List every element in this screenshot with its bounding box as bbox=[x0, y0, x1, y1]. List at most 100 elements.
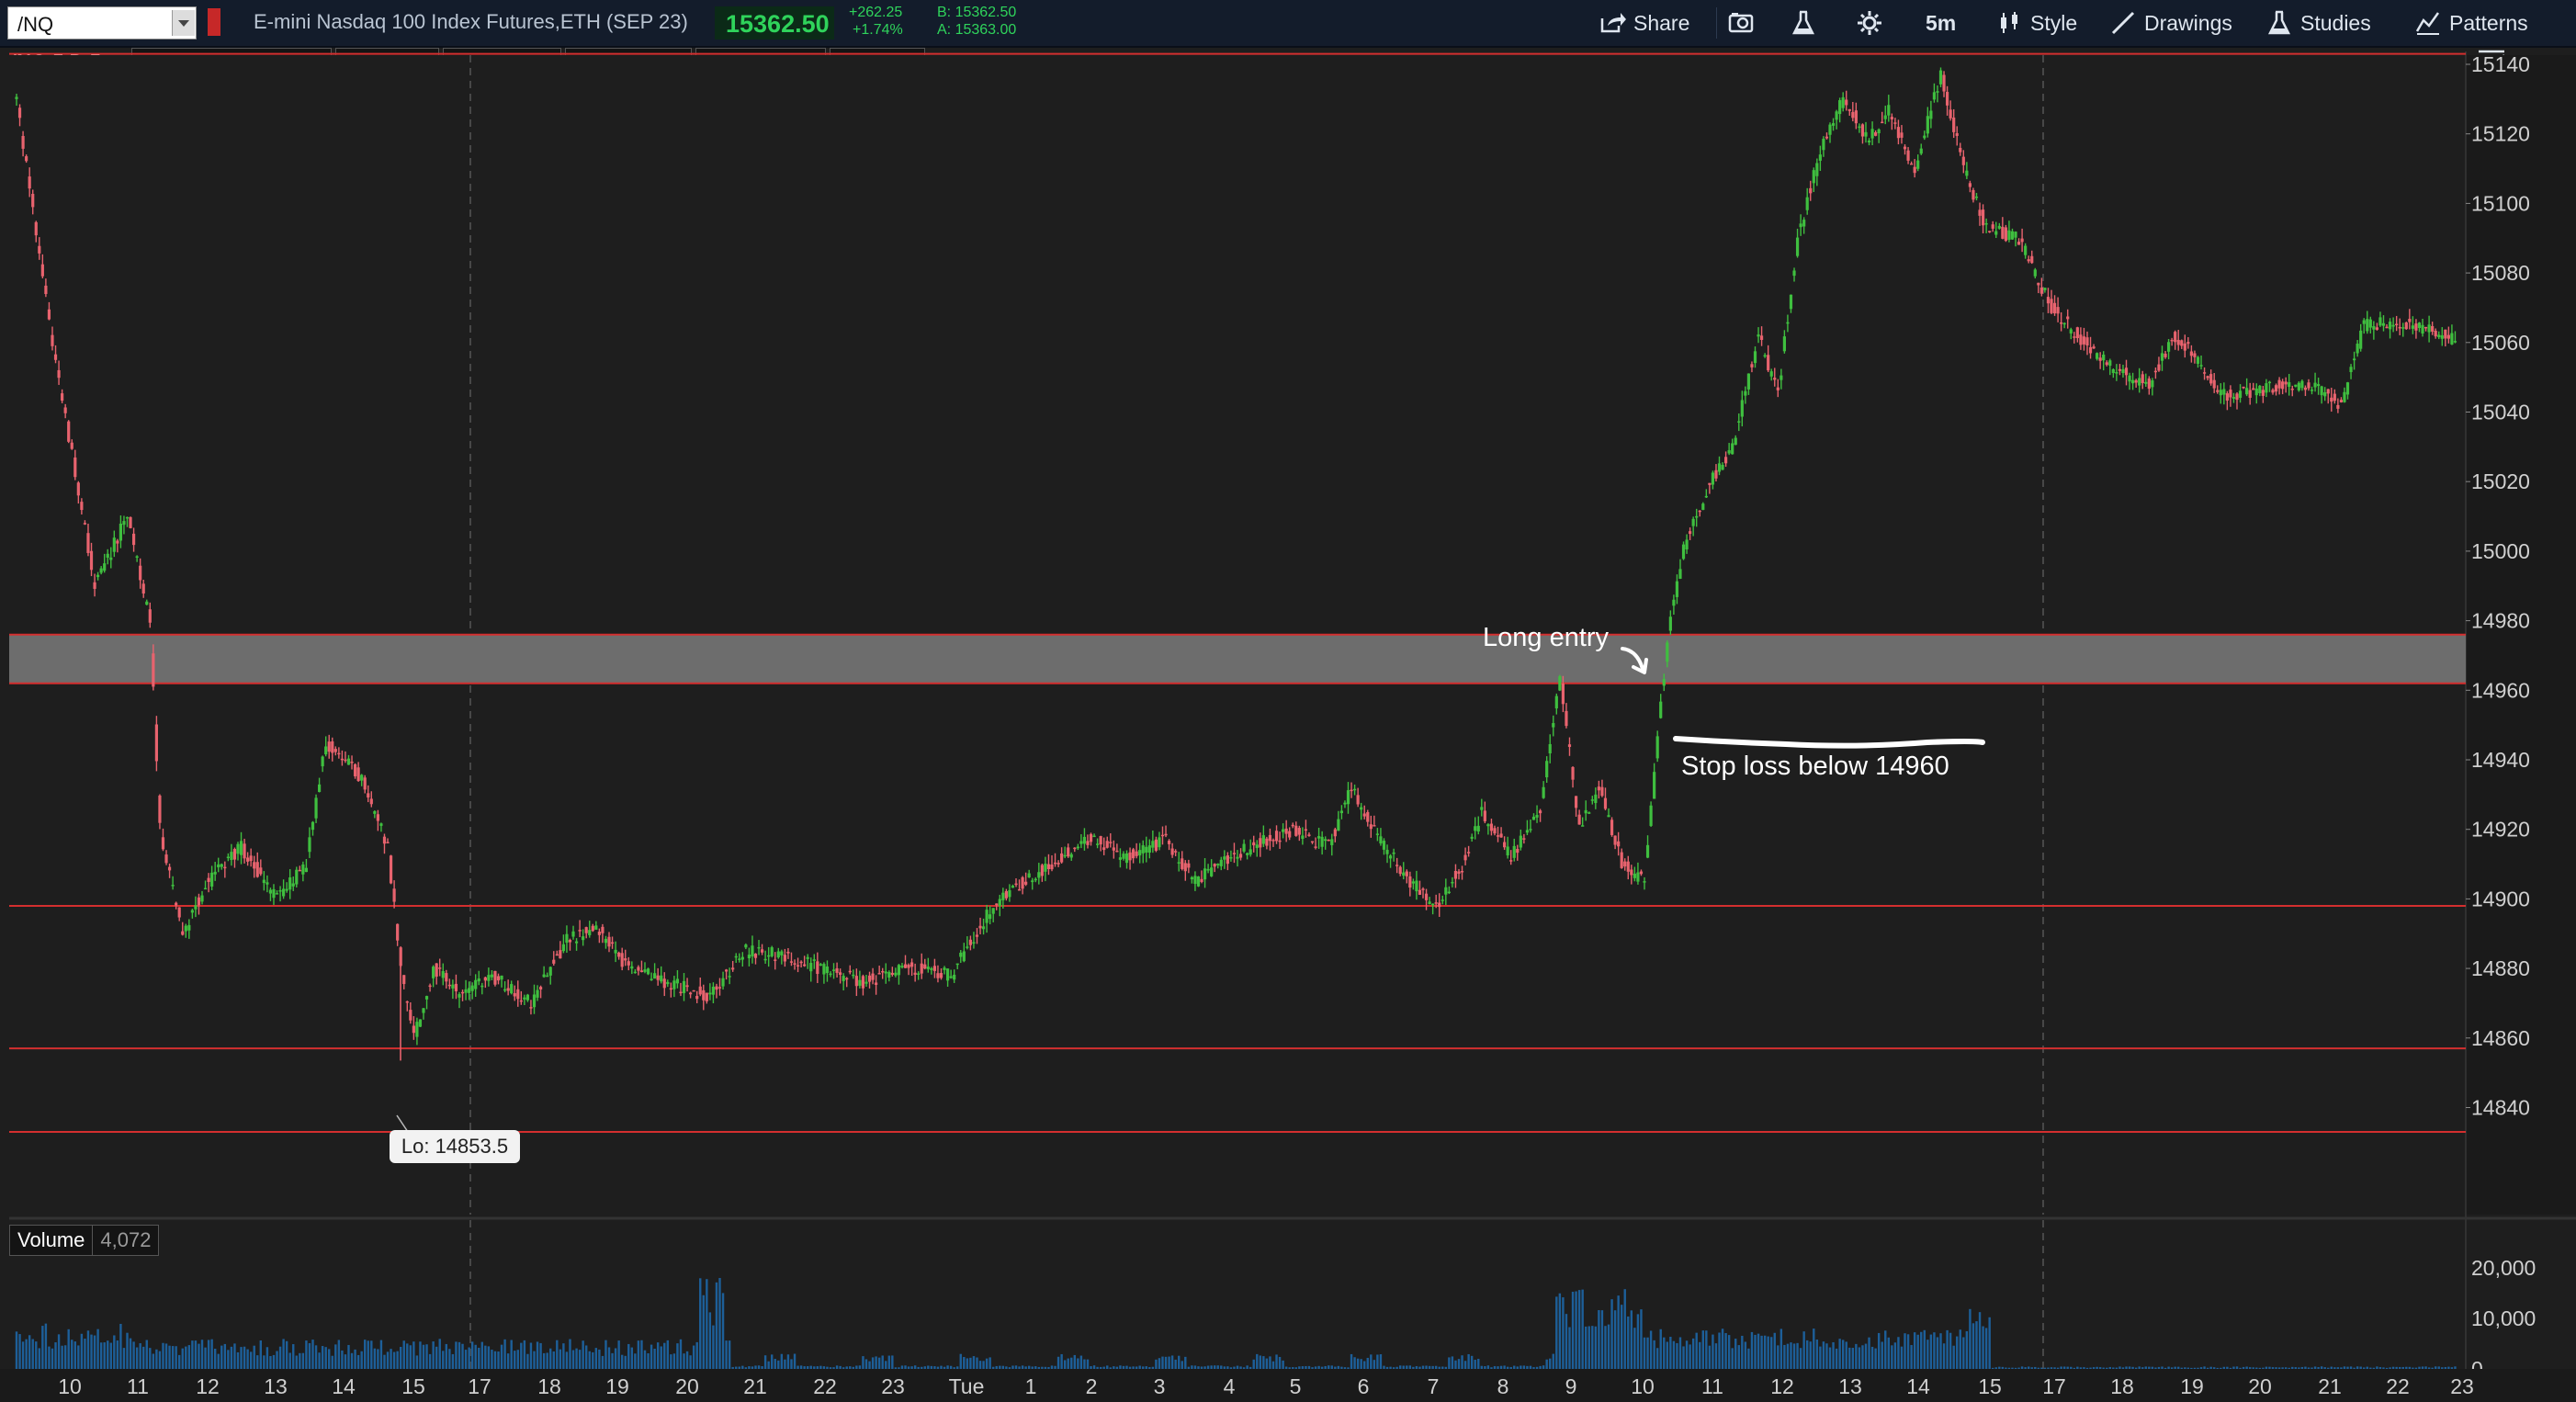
candle-body bbox=[968, 939, 972, 945]
volume-bar bbox=[1174, 1359, 1177, 1369]
volume-bar bbox=[2053, 1367, 2056, 1369]
volume-bar bbox=[1904, 1333, 1906, 1369]
candle-body bbox=[1135, 851, 1138, 856]
volume-bar bbox=[67, 1329, 70, 1369]
candle-body bbox=[845, 978, 849, 980]
candle-body bbox=[776, 951, 780, 958]
volume-bar bbox=[1239, 1366, 1242, 1369]
volume-bar bbox=[1155, 1359, 1158, 1369]
volume-bar bbox=[1024, 1366, 1027, 1369]
candle-body bbox=[966, 946, 969, 948]
candle-body bbox=[1424, 893, 1429, 900]
candle-body bbox=[1685, 539, 1689, 549]
volume-bar bbox=[1613, 1310, 1617, 1369]
volume-bar bbox=[2079, 1367, 2083, 1369]
candle-body bbox=[2343, 391, 2346, 402]
candle-body bbox=[1480, 807, 1484, 810]
volume-bar bbox=[422, 1344, 425, 1369]
candle-body bbox=[1988, 231, 1992, 232]
volume-bar bbox=[41, 1326, 44, 1369]
volume-bar bbox=[829, 1367, 832, 1369]
volume-bar bbox=[653, 1348, 656, 1369]
candle-body bbox=[382, 836, 387, 844]
candle-body bbox=[2180, 340, 2184, 346]
volume-bar bbox=[676, 1343, 679, 1369]
volume-bar bbox=[1777, 1345, 1779, 1369]
candle-body bbox=[1301, 835, 1305, 839]
candle-body bbox=[1818, 154, 1822, 161]
candle-body bbox=[1825, 136, 1829, 139]
volume-bar bbox=[1806, 1340, 1809, 1369]
candle-body bbox=[1014, 883, 1018, 886]
candle-body bbox=[955, 963, 959, 966]
volume-bar bbox=[2310, 1367, 2313, 1369]
candle-body bbox=[1949, 109, 1952, 119]
candle-body bbox=[1261, 835, 1265, 844]
candle-body bbox=[311, 821, 315, 831]
volume-bar bbox=[972, 1356, 976, 1369]
volume-bar bbox=[2294, 1367, 2297, 1369]
candle-body bbox=[552, 959, 556, 964]
candle-body bbox=[1883, 115, 1887, 119]
candle-body bbox=[1662, 679, 1666, 686]
candle-body bbox=[1021, 876, 1024, 889]
volume-bar bbox=[2180, 1367, 2183, 1369]
candle-body bbox=[40, 264, 44, 277]
candle-body bbox=[1160, 834, 1165, 837]
candle-body bbox=[1961, 156, 1965, 165]
candle-body bbox=[1734, 437, 1737, 446]
candle-body bbox=[2274, 385, 2278, 392]
volume-bar bbox=[1689, 1344, 1691, 1369]
candle-body bbox=[1623, 861, 1627, 867]
time-tick-label: 12 bbox=[196, 1374, 220, 1398]
candle-body bbox=[1799, 223, 1802, 228]
volume-bar bbox=[1620, 1305, 1623, 1369]
candle-body bbox=[1900, 132, 1904, 138]
candle-body bbox=[1089, 833, 1093, 842]
candle-body bbox=[2186, 342, 2190, 345]
volume-bar bbox=[780, 1353, 784, 1369]
candle-body bbox=[848, 970, 852, 973]
candle-body bbox=[561, 944, 565, 952]
candle-body bbox=[1802, 220, 1806, 227]
volume-bar bbox=[604, 1340, 607, 1369]
candle-body bbox=[809, 962, 813, 972]
candle-body bbox=[1864, 131, 1868, 137]
candle-body bbox=[1841, 96, 1845, 108]
candle-body bbox=[1004, 890, 1008, 899]
volume-bar bbox=[754, 1365, 757, 1369]
volume-bar bbox=[48, 1346, 51, 1369]
candle-body bbox=[1434, 902, 1438, 904]
candle-body bbox=[780, 951, 784, 955]
price-tick-label: 15140 bbox=[2471, 52, 2530, 76]
candle-body bbox=[282, 888, 286, 897]
volume-bar bbox=[767, 1361, 770, 1369]
volume-bar bbox=[278, 1346, 282, 1369]
volume-bar bbox=[1457, 1359, 1461, 1369]
time-tick-label: 20 bbox=[2248, 1374, 2272, 1398]
candle-body bbox=[1809, 187, 1813, 194]
candle-body bbox=[243, 843, 246, 859]
price-chart[interactable]: 1514015120151001508015060150401502015000… bbox=[0, 0, 2576, 1402]
volume-tick-label: 10,000 bbox=[2471, 1306, 2536, 1330]
candle-body bbox=[1284, 828, 1288, 834]
volume-bar bbox=[1946, 1329, 1949, 1369]
volume-bar bbox=[2304, 1366, 2307, 1369]
time-tick-label: 17 bbox=[468, 1374, 491, 1398]
candle-body bbox=[259, 867, 263, 875]
candle-body bbox=[1972, 189, 1975, 200]
volume-bar bbox=[1503, 1365, 1506, 1369]
candle-body bbox=[972, 942, 976, 944]
volume-bar bbox=[868, 1361, 871, 1369]
candle-body bbox=[1854, 110, 1858, 124]
volume-bar bbox=[1714, 1343, 1718, 1369]
candle-body bbox=[1942, 74, 1946, 92]
price-tick-label: 14980 bbox=[2471, 609, 2530, 633]
volume-bar bbox=[953, 1367, 955, 1369]
candle-body bbox=[1503, 842, 1507, 848]
price-tick-label: 15100 bbox=[2471, 191, 2530, 215]
volume-bar bbox=[331, 1355, 333, 1369]
volume-bar bbox=[116, 1340, 119, 1369]
volume-bar bbox=[263, 1355, 266, 1369]
volume-bar bbox=[940, 1365, 943, 1369]
